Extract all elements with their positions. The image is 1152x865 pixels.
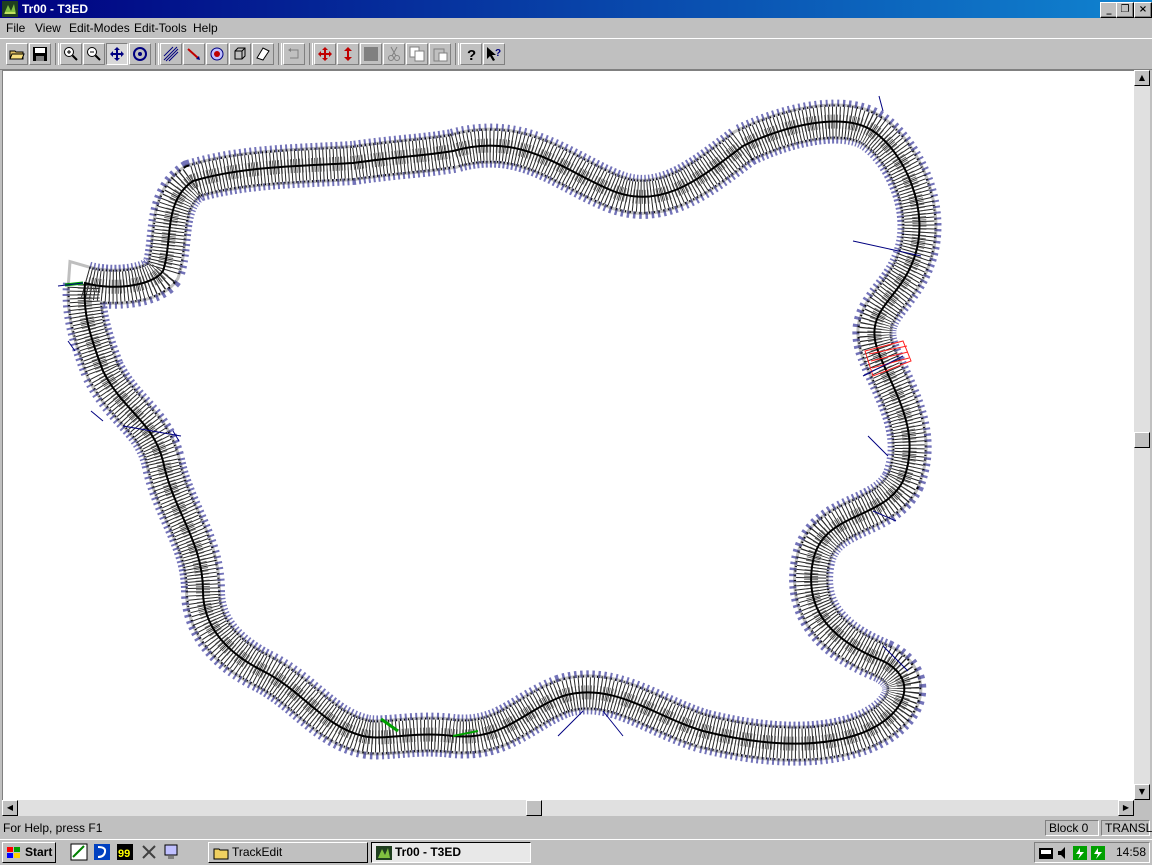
box-icon — [364, 47, 378, 61]
menu-file[interactable]: File — [6, 21, 25, 35]
quicklaunch-99-icon[interactable]: 99 — [116, 843, 134, 861]
scroll-up-button[interactable]: ▲ — [1134, 70, 1150, 86]
zoom-out-button[interactable] — [83, 43, 105, 65]
cube-button[interactable] — [229, 43, 251, 65]
move-button[interactable] — [314, 43, 336, 65]
vertical-scrollbar[interactable]: ▲ ▼ — [1134, 70, 1150, 800]
context-help-button[interactable]: ? — [483, 43, 505, 65]
open-icon — [9, 50, 25, 60]
track-view-canvas[interactable] — [2, 70, 1134, 801]
rotate-view-icon — [133, 47, 147, 61]
open-button[interactable] — [6, 43, 28, 65]
track-mesh-drawing[interactable] — [3, 71, 1134, 801]
status-block: Block 0 — [1045, 820, 1099, 836]
close-button[interactable]: × — [1134, 2, 1152, 18]
quicklaunch-browser-icon[interactable] — [70, 843, 88, 861]
scroll-right-button[interactable]: ▶ — [1118, 800, 1134, 816]
svg-text:99: 99 — [118, 848, 130, 860]
cut-icon — [388, 46, 400, 61]
copy-icon — [409, 46, 425, 62]
start-label: Start — [25, 845, 53, 859]
zoom-in-icon — [64, 47, 78, 61]
edit-point-button[interactable] — [183, 43, 205, 65]
toolbar: ? ? — [0, 38, 1152, 70]
svg-text:?: ? — [495, 48, 501, 59]
quicklaunch-ie-icon[interactable] — [93, 843, 111, 861]
track-blocks-icon — [163, 46, 179, 62]
task-trackedit[interactable]: TrackEdit — [208, 842, 368, 863]
rotate-view-button[interactable] — [129, 43, 151, 65]
context-help-icon: ? — [487, 47, 501, 61]
windows-logo-icon — [7, 847, 20, 858]
save-button[interactable] — [29, 43, 51, 65]
t3ed-app-icon — [376, 846, 392, 860]
scroll-left-button[interactable]: ◀ — [2, 800, 18, 816]
taskbar: Start 99 TrackEdit Tr00 - T3ED 14:58 — [0, 839, 1152, 865]
task-t3ed[interactable]: Tr00 - T3ED — [371, 842, 531, 863]
tray-task-icon[interactable] — [1072, 845, 1088, 861]
save-icon — [33, 47, 47, 61]
status-help-text: For Help, press F1 — [3, 821, 103, 835]
track-blocks-button[interactable] — [160, 43, 182, 65]
polygon-icon — [256, 47, 270, 61]
vertical-scroll-thumb[interactable] — [1134, 432, 1150, 448]
app-icon[interactable] — [2, 1, 18, 17]
cube-icon — [234, 47, 246, 60]
menu-bar: File View Edit-Modes Edit-Tools Help — [0, 18, 1152, 38]
cut-button[interactable] — [383, 43, 405, 65]
undo-icon — [288, 48, 299, 59]
tray-network-icon[interactable] — [1038, 845, 1054, 861]
zoom-in-button[interactable] — [60, 43, 82, 65]
zoom-out-icon — [87, 47, 101, 61]
scroll-down-button[interactable]: ▼ — [1134, 784, 1150, 800]
polygon-button[interactable] — [252, 43, 274, 65]
undo-button[interactable] — [283, 43, 305, 65]
menu-edit-tools[interactable]: Edit-Tools — [134, 21, 187, 35]
help-button[interactable]: ? — [460, 43, 482, 65]
edit-point-icon — [187, 48, 200, 60]
quicklaunch-tools-icon[interactable] — [140, 843, 158, 861]
pan-button[interactable] — [106, 43, 128, 65]
pan-icon — [110, 47, 124, 61]
object-icon — [210, 47, 224, 61]
menu-help[interactable]: Help — [193, 21, 218, 35]
paste-icon — [433, 48, 448, 62]
quicklaunch-desktop-icon[interactable] — [163, 843, 181, 861]
box-button[interactable] — [360, 43, 382, 65]
tray-power-icon[interactable] — [1090, 845, 1106, 861]
help-icon: ? — [467, 47, 476, 62]
paste-button[interactable] — [429, 43, 451, 65]
folder-icon — [213, 848, 229, 860]
svg-text:?: ? — [467, 47, 476, 62]
move-vertical-icon — [344, 47, 352, 61]
task-trackedit-label: TrackEdit — [232, 845, 283, 859]
tray-volume-icon[interactable] — [1056, 845, 1070, 861]
start-button[interactable]: Start — [2, 842, 56, 863]
clock[interactable]: 14:58 — [1116, 845, 1146, 859]
window-title: Tr00 - T3ED — [22, 2, 89, 16]
move-icon — [318, 47, 332, 61]
move-vertical-button[interactable] — [337, 43, 359, 65]
restore-button[interactable]: ❐ — [1116, 2, 1134, 18]
horizontal-scrollbar[interactable]: ◀ ▶ — [2, 800, 1134, 816]
system-tray: 14:58 — [1034, 842, 1150, 863]
title-bar[interactable]: Tr00 - T3ED _ ❐ × — [0, 0, 1152, 18]
menu-view[interactable]: View — [35, 21, 61, 35]
horizontal-scroll-thumb[interactable] — [526, 800, 542, 816]
copy-button[interactable] — [406, 43, 428, 65]
object-button[interactable] — [206, 43, 228, 65]
task-t3ed-label: Tr00 - T3ED — [395, 845, 462, 859]
status-mode: TRANSL — [1101, 820, 1152, 836]
menu-edit-modes[interactable]: Edit-Modes — [69, 21, 130, 35]
status-bar: For Help, press F1 Block 0 TRANSL — [0, 818, 1152, 838]
